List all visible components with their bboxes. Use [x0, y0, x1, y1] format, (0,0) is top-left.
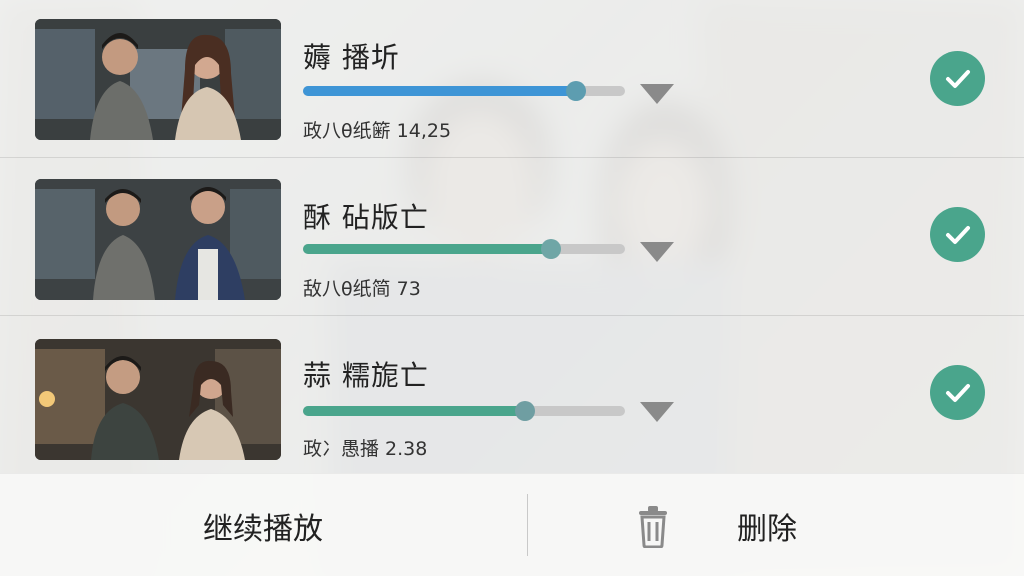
video-title: 蒜 糯旎亡: [303, 359, 429, 392]
download-progress-bar: [303, 81, 625, 101]
thumbnail-image: [35, 19, 281, 140]
thumbnail-image: [35, 179, 281, 300]
continue-playing-button[interactable]: 继续播放: [203, 474, 323, 576]
chevron-down-icon[interactable]: [640, 84, 674, 104]
download-info: 敌八θ纸简 73: [303, 278, 421, 300]
list-item[interactable]: 蒜 糯旎亡 政冫愚播 2.38: [0, 316, 1024, 474]
download-progress-bar: [303, 401, 625, 421]
video-title: 酥 砧版亡: [303, 201, 429, 234]
video-title: 薅 播圻: [303, 41, 400, 74]
chevron-down-icon[interactable]: [640, 242, 674, 262]
download-progress-bar: [303, 239, 625, 259]
video-thumbnail[interactable]: [35, 339, 281, 460]
delete-button[interactable]: 删除: [737, 474, 797, 576]
checkmark-icon[interactable]: [930, 51, 985, 106]
checkmark-icon[interactable]: [930, 365, 985, 420]
video-thumbnail[interactable]: [35, 179, 281, 300]
progress-fill: [303, 406, 525, 416]
download-info: 政冫愚播 2.38: [303, 438, 428, 460]
bottom-toolbar: 继续播放 删除: [0, 473, 1024, 576]
toolbar-divider: [527, 494, 528, 556]
checkmark-icon[interactable]: [930, 207, 985, 262]
progress-knob: [566, 81, 587, 101]
list-item[interactable]: 薅 播圻 政八θ纸簖 14,25: [0, 0, 1024, 158]
download-info: 政八θ纸簖 14,25: [303, 120, 452, 142]
video-thumbnail[interactable]: [35, 19, 281, 140]
list-item[interactable]: 酥 砧版亡 敌八θ纸简 73: [0, 158, 1024, 316]
progress-fill: [303, 86, 577, 96]
progress-knob: [540, 239, 561, 259]
download-list-panel: 薅 播圻 政八θ纸簖 14,25 酥 砧版亡 敌八θ纸简 73 蒜 糯旎亡 政冫…: [0, 0, 1024, 576]
progress-knob: [514, 401, 535, 421]
trash-icon[interactable]: [636, 474, 670, 576]
progress-fill: [303, 244, 551, 254]
thumbnail-image: [35, 339, 281, 460]
chevron-down-icon[interactable]: [640, 402, 674, 422]
